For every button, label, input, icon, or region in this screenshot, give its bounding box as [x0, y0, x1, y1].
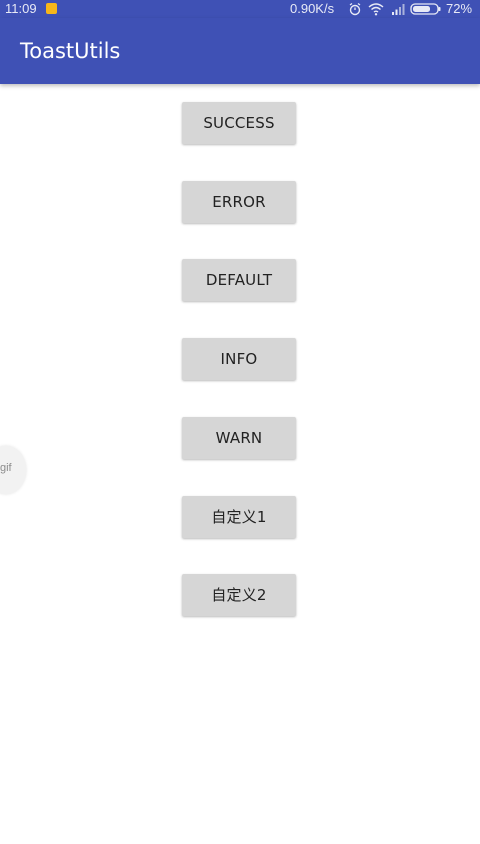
notification-icon [46, 3, 57, 14]
alarm-icon [349, 2, 361, 16]
error-button[interactable]: ERROR [182, 181, 296, 223]
info-button[interactable]: INFO [182, 338, 296, 380]
network-speed: 0.90K/s [290, 1, 335, 16]
app-title: ToastUtils [20, 39, 121, 63]
status-time: 11:09 [5, 1, 37, 16]
app-bar: ToastUtils [0, 18, 480, 84]
signal-icon [392, 4, 405, 15]
success-button[interactable]: SUCCESS [182, 102, 296, 144]
custom-2-button[interactable]: 自定义2 [182, 574, 296, 616]
custom-1-button[interactable]: 自定义1 [182, 496, 296, 538]
warn-button[interactable]: WARN [182, 417, 296, 459]
battery-icon [410, 3, 441, 15]
battery-percent: 72% [446, 1, 473, 16]
button-list: SUCCESS ERROR DEFAULT INFO WARN 自定义1 自定义… [0, 84, 480, 844]
default-button[interactable]: DEFAULT [182, 259, 296, 301]
wifi-icon [368, 3, 384, 16]
gif-label: gif [0, 462, 12, 474]
status-bar: 11:09 0.90K/s 72% [0, 0, 480, 18]
